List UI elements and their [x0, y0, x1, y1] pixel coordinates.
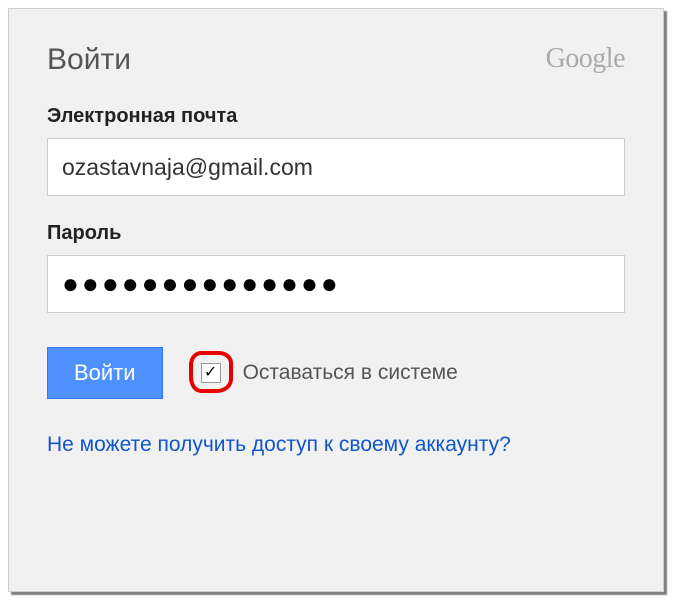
stay-signed-in-wrapper: ✓ Оставаться в системе [201, 361, 458, 385]
login-panel: Войти Google Электронная почта Пароль Во… [8, 8, 664, 592]
password-label: Пароль [47, 222, 625, 245]
stay-signed-in-checkbox[interactable]: ✓ [201, 363, 221, 383]
check-icon: ✓ [204, 365, 217, 381]
header-row: Войти Google [47, 43, 625, 77]
password-field[interactable] [47, 255, 625, 313]
stay-signed-in-label: Оставаться в системе [243, 361, 458, 385]
page-title: Войти [47, 43, 131, 77]
cant-access-link[interactable]: Не можете получить доступ к своему аккау… [47, 429, 511, 461]
email-field[interactable] [47, 138, 625, 196]
action-row: Войти ✓ Оставаться в системе [47, 347, 625, 399]
signin-button[interactable]: Войти [47, 347, 163, 399]
google-logo: Google [546, 43, 625, 75]
email-label: Электронная почта [47, 105, 625, 128]
